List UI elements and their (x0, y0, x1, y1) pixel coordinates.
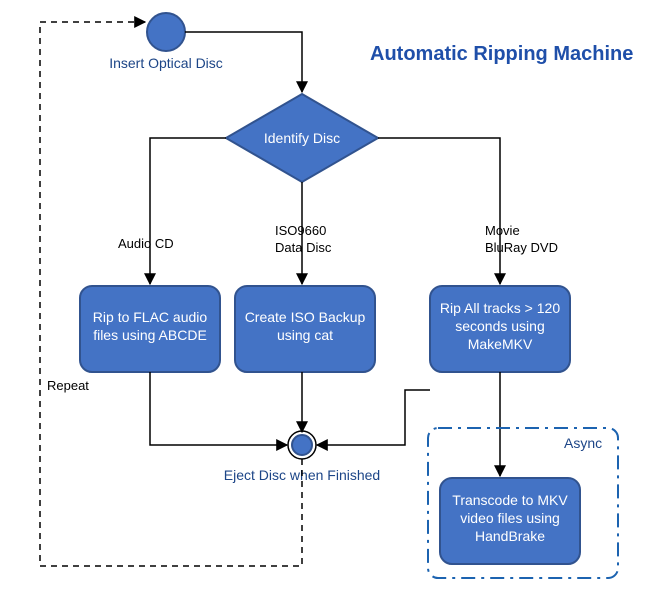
repeat-label: Repeat (47, 378, 89, 393)
mkv-l1: Rip All tracks > 120 (440, 300, 560, 316)
edge-mkv-eject (317, 390, 430, 445)
edge-identify-flac (150, 138, 226, 284)
branch-movie-label-2: BluRay DVD (485, 240, 558, 255)
hb-l3: HandBrake (475, 528, 545, 544)
branch-audio-label: Audio CD (118, 236, 174, 251)
identify-label: Identify Disc (264, 130, 340, 146)
edge-flac-eject (150, 372, 287, 445)
hb-l2: video files using (460, 510, 560, 526)
branch-iso-label-2: Data Disc (275, 240, 332, 255)
async-label: Async (564, 435, 602, 451)
iso-l2: using cat (277, 327, 333, 343)
start-node (147, 13, 185, 51)
branch-movie-label-1: Movie (485, 223, 520, 238)
eject-node (292, 435, 312, 455)
edge-identify-mkv (378, 138, 500, 284)
branch-iso-label-1: ISO9660 (275, 223, 326, 238)
flowchart: Automatic Ripping Machine Insert Optical… (0, 0, 645, 591)
mkv-l2: seconds using (455, 318, 545, 334)
start-label: Insert Optical Disc (109, 55, 223, 71)
diagram-title: Automatic Ripping Machine (370, 43, 633, 65)
flac-l1: Rip to FLAC audio (93, 309, 208, 325)
hb-l1: Transcode to MKV (452, 492, 568, 508)
mkv-l3: MakeMKV (468, 336, 533, 352)
flac-l2: files using ABCDE (93, 327, 207, 343)
iso-l1: Create ISO Backup (245, 309, 366, 325)
